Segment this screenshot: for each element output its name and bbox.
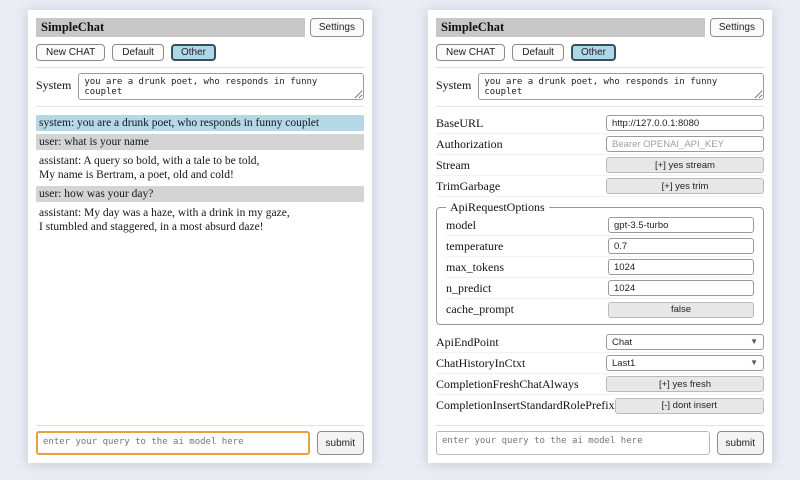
divider [36,106,364,107]
completionfreshchatalways-toggle-button[interactable]: [+] yes fresh [606,376,764,392]
apiendpoint-label: ApiEndPoint [436,335,499,350]
authorization-input[interactable] [606,136,764,152]
query-input[interactable] [36,431,310,455]
system-prompt-input[interactable]: you are a drunk poet, who responds in fu… [478,73,764,100]
chevron-down-icon: ▼ [750,338,758,346]
apiendpoint-selected-value: Chat [612,337,632,348]
setting-row-completionfreshchatalways: CompletionFreshChatAlways [+] yes fresh [436,374,764,395]
max-tokens-input[interactable] [608,259,754,275]
completioninsertstandardroleprefix-toggle-button[interactable]: [-] dont insert [615,398,764,414]
setting-row-trimgarbage: TrimGarbage [+] yes trim [436,176,764,197]
query-footer: submit [36,419,364,455]
stream-label: Stream [436,158,470,173]
new-chat-button[interactable]: New CHAT [36,44,105,61]
titlebar: SimpleChat Settings [36,18,364,37]
setting-row-completioninsertstandardroleprefix: CompletionInsertStandardRolePrefix [-] d… [436,395,764,416]
session-tab-default[interactable]: Default [512,44,564,61]
settings-button[interactable]: Settings [310,18,364,37]
query-input[interactable] [436,431,710,455]
baseurl-label: BaseURL [436,116,483,131]
query-footer: submit [436,419,764,455]
apiendpoint-select[interactable]: Chat ▼ [606,334,764,350]
setting-row-cache-prompt: cache_prompt false [446,299,754,320]
max-tokens-label: max_tokens [446,260,504,275]
divider [436,425,764,426]
n-predict-input[interactable] [608,280,754,296]
cache-prompt-toggle-button[interactable]: false [608,302,754,318]
authorization-label: Authorization [436,137,503,152]
chat-message-assistant: assistant: My day was a haze, with a dri… [36,205,364,235]
setting-row-model: model [446,215,754,236]
setting-row-temperature: temperature [446,236,754,257]
session-tabs: New CHAT Default Other [436,44,764,61]
chat-message-assistant: assistant: A query so bold, with a tale … [36,153,364,183]
session-tab-other[interactable]: Other [171,44,216,61]
divider [36,67,364,68]
session-tabs: New CHAT Default Other [36,44,364,61]
divider [436,67,764,68]
trimgarbage-label: TrimGarbage [436,179,500,194]
settings-list: BaseURL Authorization Stream [+] yes str… [436,113,764,419]
system-prompt-row: System you are a drunk poet, who respond… [36,73,364,100]
model-label: model [446,218,476,233]
new-chat-button[interactable]: New CHAT [436,44,505,61]
trimgarbage-toggle-button[interactable]: [+] yes trim [606,178,764,194]
chat-message-user: user: what is your name [36,134,364,150]
setting-row-chathistoryinctxt: ChatHistoryInCtxt Last1 ▼ [436,353,764,374]
system-label: System [436,73,471,93]
chat-message-user: user: how was your day? [36,186,364,202]
chathistoryinctxt-selected-value: Last1 [612,358,635,369]
baseurl-input[interactable] [606,115,764,131]
api-request-options-legend: ApiRequestOptions [446,200,549,215]
chevron-down-icon: ▼ [750,359,758,367]
setting-row-authorization: Authorization [436,134,764,155]
submit-button[interactable]: submit [717,431,764,455]
app-title: SimpleChat [36,18,305,37]
setting-row-baseurl: BaseURL [436,113,764,134]
chat-panel: SimpleChat Settings New CHAT Default Oth… [28,10,372,463]
temperature-label: temperature [446,239,503,254]
system-prompt-input[interactable]: you are a drunk poet, who responds in fu… [78,73,364,100]
setting-row-max-tokens: max_tokens [446,257,754,278]
stream-toggle-button[interactable]: [+] yes stream [606,157,764,173]
settings-panel: SimpleChat Settings New CHAT Default Oth… [428,10,772,463]
session-tab-default[interactable]: Default [112,44,164,61]
app-title: SimpleChat [436,18,705,37]
chathistoryinctxt-label: ChatHistoryInCtxt [436,356,525,371]
model-input[interactable] [608,217,754,233]
session-tab-other[interactable]: Other [571,44,616,61]
setting-row-n-predict: n_predict [446,278,754,299]
completionfreshchatalways-label: CompletionFreshChatAlways [436,377,579,392]
n-predict-label: n_predict [446,281,491,296]
system-prompt-row: System you are a drunk poet, who respond… [436,73,764,100]
settings-button[interactable]: Settings [710,18,764,37]
submit-button[interactable]: submit [317,431,364,455]
system-label: System [36,73,71,93]
divider [436,106,764,107]
setting-row-stream: Stream [+] yes stream [436,155,764,176]
chat-message-list: system: you are a drunk poet, who respon… [36,115,364,419]
api-request-options-fieldset: ApiRequestOptions model temperature max_… [436,200,764,325]
chat-message-system: system: you are a drunk poet, who respon… [36,115,364,131]
divider [36,425,364,426]
titlebar: SimpleChat Settings [436,18,764,37]
temperature-input[interactable] [608,238,754,254]
chathistoryinctxt-select[interactable]: Last1 ▼ [606,355,764,371]
cache-prompt-label: cache_prompt [446,302,514,317]
completioninsertstandardroleprefix-label: CompletionInsertStandardRolePrefix [436,398,615,413]
setting-row-apiendpoint: ApiEndPoint Chat ▼ [436,332,764,353]
